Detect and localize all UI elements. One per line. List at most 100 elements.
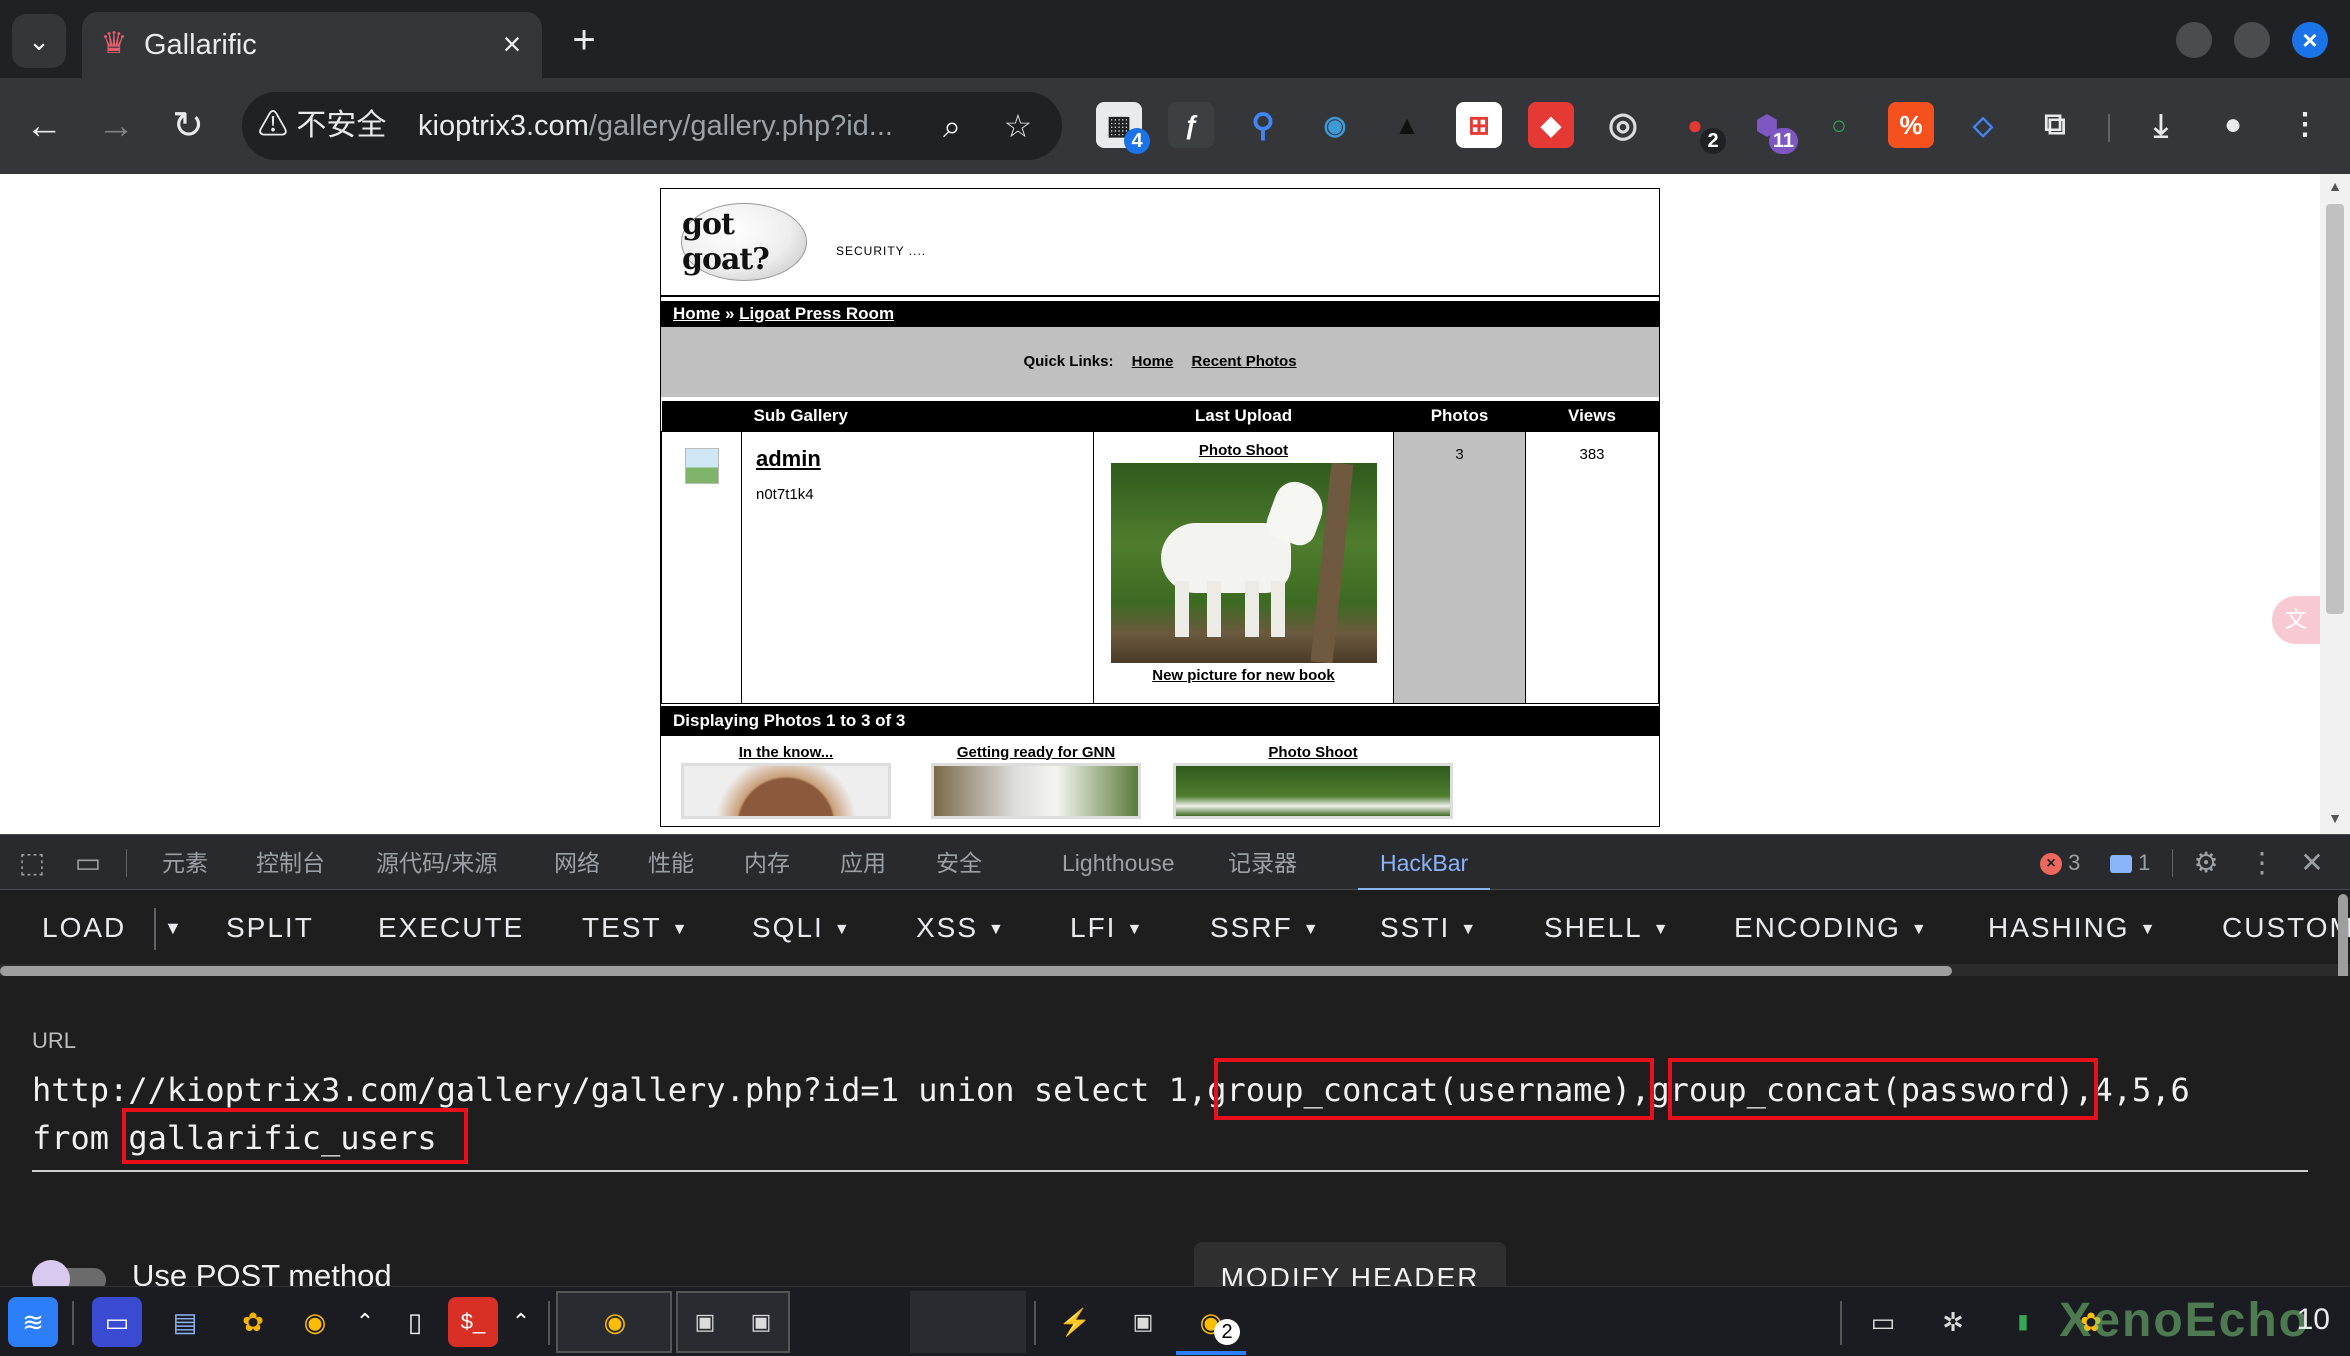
- show-desktop-icon[interactable]: ▭: [92, 1297, 142, 1347]
- download-icon[interactable]: ⤓: [2138, 102, 2184, 148]
- chevron-up-icon[interactable]: ⌃: [496, 1297, 546, 1347]
- document-viewer-icon[interactable]: ▯: [390, 1297, 440, 1347]
- image-placeholder-icon[interactable]: [684, 447, 719, 484]
- gallery-name-link[interactable]: admin: [756, 446, 1079, 472]
- devtools-close-icon[interactable]: ✕: [2294, 845, 2330, 881]
- tab-recorder[interactable]: 记录器: [1228, 835, 1297, 891]
- extension-circle-icon[interactable]: ○: [1816, 102, 1862, 148]
- network-tray-icon[interactable]: ✲: [1928, 1297, 1978, 1347]
- site-info-chip[interactable]: ⚠ 不安全: [258, 106, 386, 146]
- tab-sources[interactable]: 源代码/来源: [376, 835, 497, 891]
- extension-percent-icon[interactable]: %: [1888, 102, 1934, 148]
- terminal-red-icon[interactable]: $_: [448, 1297, 498, 1347]
- extensions-puzzle-icon[interactable]: ⧉: [2032, 102, 2078, 148]
- breadcrumb-section-link[interactable]: Ligoat Press Room: [739, 304, 894, 323]
- error-count-badge[interactable]: × 3: [2040, 849, 2080, 877]
- translate-icon[interactable]: 文: [2272, 596, 2320, 644]
- back-button[interactable]: ←: [18, 100, 70, 152]
- quick-link-recent-photos[interactable]: Recent Photos: [1192, 353, 1297, 370]
- hackbar-scrollbar-thumb[interactable]: [0, 966, 1952, 976]
- clock[interactable]: 10: [2297, 1303, 2330, 1337]
- split-button[interactable]: SPLIT: [226, 904, 314, 952]
- tab-network[interactable]: 网络: [554, 835, 600, 891]
- new-tab-button[interactable]: +: [562, 18, 606, 62]
- burp-icon[interactable]: ⚡: [1050, 1297, 1100, 1347]
- extension-formula-icon[interactable]: ƒ: [1168, 102, 1214, 148]
- photo-item[interactable]: Photo Shoot: [1173, 744, 1453, 819]
- hashing-menu-button[interactable]: HASHING ▼: [1988, 904, 2157, 952]
- breadcrumb-home-link[interactable]: Home: [673, 304, 720, 323]
- settings-gear-icon[interactable]: ⚙: [2188, 845, 2224, 881]
- tab-console[interactable]: 控制台: [256, 835, 325, 891]
- tab-application[interactable]: 应用: [840, 835, 886, 891]
- xss-menu-button[interactable]: XSS ▼: [916, 904, 1006, 952]
- chevron-up-icon[interactable]: ⌃: [340, 1297, 390, 1347]
- page-scrollbar[interactable]: ▲ ▼: [2320, 174, 2350, 834]
- tab-search-button[interactable]: ⌄: [12, 14, 66, 68]
- ssrf-menu-button[interactable]: SSRF ▼: [1210, 904, 1321, 952]
- photo-title-link[interactable]: Photo Shoot: [1173, 744, 1453, 761]
- execute-button[interactable]: EXECUTE: [378, 904, 524, 952]
- goat-photo[interactable]: [1110, 462, 1377, 663]
- photo-thumbnail[interactable]: [681, 762, 891, 819]
- close-window-button[interactable]: ×: [2292, 22, 2328, 58]
- extension-hat-icon[interactable]: ▲: [1384, 102, 1430, 148]
- load-dropdown-button[interactable]: ▼: [164, 904, 184, 952]
- reload-button[interactable]: ↻: [162, 100, 214, 152]
- devtools-menu-kebab-icon[interactable]: ⋮: [2244, 845, 2280, 881]
- shell-menu-button[interactable]: SHELL ▼: [1544, 904, 1671, 952]
- battery-tray-icon[interactable]: ▮: [1998, 1297, 2048, 1347]
- terminal-icon[interactable]: ▣: [1118, 1297, 1168, 1347]
- address-url[interactable]: kioptrix3.com/gallery/gallery.php?id...: [418, 106, 893, 146]
- tab-memory[interactable]: 内存: [744, 835, 790, 891]
- tab-hackbar[interactable]: HackBar: [1358, 835, 1491, 891]
- tab-elements[interactable]: 元素: [162, 835, 208, 891]
- chrome-launcher-icon[interactable]: ◉: [290, 1297, 340, 1347]
- tab-close-button[interactable]: ×: [492, 24, 532, 64]
- extension-shield-icon[interactable]: ⬢ 11: [1744, 102, 1798, 154]
- browser-menu-kebab-icon[interactable]: ⋮: [2282, 102, 2328, 148]
- extension-screenshot-icon[interactable]: ▦ 4: [1096, 102, 1150, 154]
- photo-thumbnail[interactable]: [1173, 762, 1453, 819]
- extension-record-icon[interactable]: ◎: [1600, 102, 1646, 148]
- browser-tab[interactable]: ♛ Gallarific ×: [82, 12, 542, 78]
- load-button[interactable]: LOAD: [42, 904, 126, 952]
- hackbar-horizontal-scrollbar[interactable]: [0, 964, 2350, 976]
- app-launcher-icon[interactable]: ✿: [228, 1297, 278, 1347]
- address-bar[interactable]: ⚠ 不安全 kioptrix3.com/gallery/gallery.php?…: [242, 92, 1062, 160]
- last-upload-caption-link[interactable]: New picture for new book: [1152, 667, 1335, 684]
- photo-title-link[interactable]: In the know...: [681, 744, 891, 761]
- tab-security[interactable]: 安全: [936, 835, 982, 891]
- lfi-menu-button[interactable]: LFI ▼: [1070, 904, 1144, 952]
- tab-performance[interactable]: 性能: [648, 835, 694, 891]
- photo-item[interactable]: Getting ready for GNN: [931, 744, 1141, 819]
- maximize-window-button[interactable]: [2234, 22, 2270, 58]
- minimize-window-button[interactable]: [2176, 22, 2212, 58]
- last-upload-title-link[interactable]: Photo Shoot: [1199, 442, 1288, 459]
- device-toolbar-icon[interactable]: ▭: [70, 845, 106, 881]
- scroll-up-icon[interactable]: ▲: [2326, 178, 2344, 198]
- bookmark-star-icon[interactable]: ☆: [998, 106, 1038, 146]
- kali-menu-icon[interactable]: ≋: [8, 1297, 58, 1347]
- monitor-tray-icon[interactable]: ▭: [1858, 1297, 1908, 1347]
- extension-flag-icon[interactable]: ● 2: [1672, 102, 1726, 154]
- photo-thumbnail[interactable]: [931, 762, 1141, 819]
- extension-eye-icon[interactable]: ◉: [1312, 102, 1358, 148]
- profile-avatar-icon[interactable]: ●: [2210, 102, 2256, 148]
- chrome-running-icon[interactable]: ◉ 2: [1186, 1297, 1240, 1347]
- message-count-badge[interactable]: 1: [2110, 849, 2150, 877]
- test-menu-button[interactable]: TEST ▼: [582, 904, 689, 952]
- quick-link-home[interactable]: Home: [1132, 353, 1174, 370]
- encoding-menu-button[interactable]: ENCODING ▼: [1734, 904, 1929, 952]
- extension-network-icon[interactable]: ⊞: [1456, 102, 1502, 148]
- forward-button[interactable]: →: [90, 100, 142, 152]
- scroll-down-icon[interactable]: ▼: [2326, 810, 2344, 830]
- custom-menu-button[interactable]: CUSTOM: [2222, 904, 2350, 952]
- search-icon[interactable]: ⌕: [932, 106, 972, 146]
- photo-item[interactable]: In the know...: [681, 744, 891, 819]
- extension-diamond-icon[interactable]: ◇: [1960, 102, 2006, 148]
- extension-cube-icon[interactable]: ◆: [1528, 102, 1574, 148]
- page-scrollbar-thumb[interactable]: [2326, 204, 2344, 614]
- tab-lighthouse[interactable]: Lighthouse: [1062, 835, 1175, 891]
- inspect-element-icon[interactable]: ⬚: [14, 845, 50, 881]
